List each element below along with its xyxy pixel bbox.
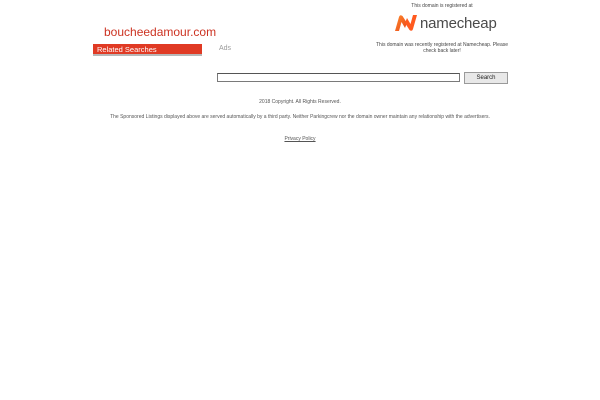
- sponsored-listings-disclaimer: The Sponsored Listings displayed above a…: [110, 114, 490, 120]
- related-searches-bar[interactable]: Related Searches: [93, 44, 202, 56]
- copyright-text: 2018 Copyright. All Rights Reserved.: [259, 99, 341, 105]
- ads-label: Ads: [219, 45, 232, 52]
- namecheap-logo[interactable]: namecheap: [394, 13, 506, 35]
- search-button[interactable]: Search: [464, 72, 508, 84]
- registration-message: This domain was recently registered at N…: [376, 42, 509, 54]
- search-input[interactable]: [217, 73, 460, 82]
- namecheap-wordmark: namecheap: [420, 15, 497, 32]
- namecheap-n-logo-icon: [395, 15, 417, 31]
- privacy-policy-link[interactable]: Privacy Policy: [284, 136, 315, 142]
- privacy-policy-container: Privacy Policy: [0, 136, 600, 142]
- domain-title[interactable]: boucheedamour.com: [104, 25, 216, 39]
- parked-domain-page: boucheedamour.com Related Searches Ads T…: [0, 0, 600, 400]
- registered-at-text: This domain is registered at: [411, 3, 473, 9]
